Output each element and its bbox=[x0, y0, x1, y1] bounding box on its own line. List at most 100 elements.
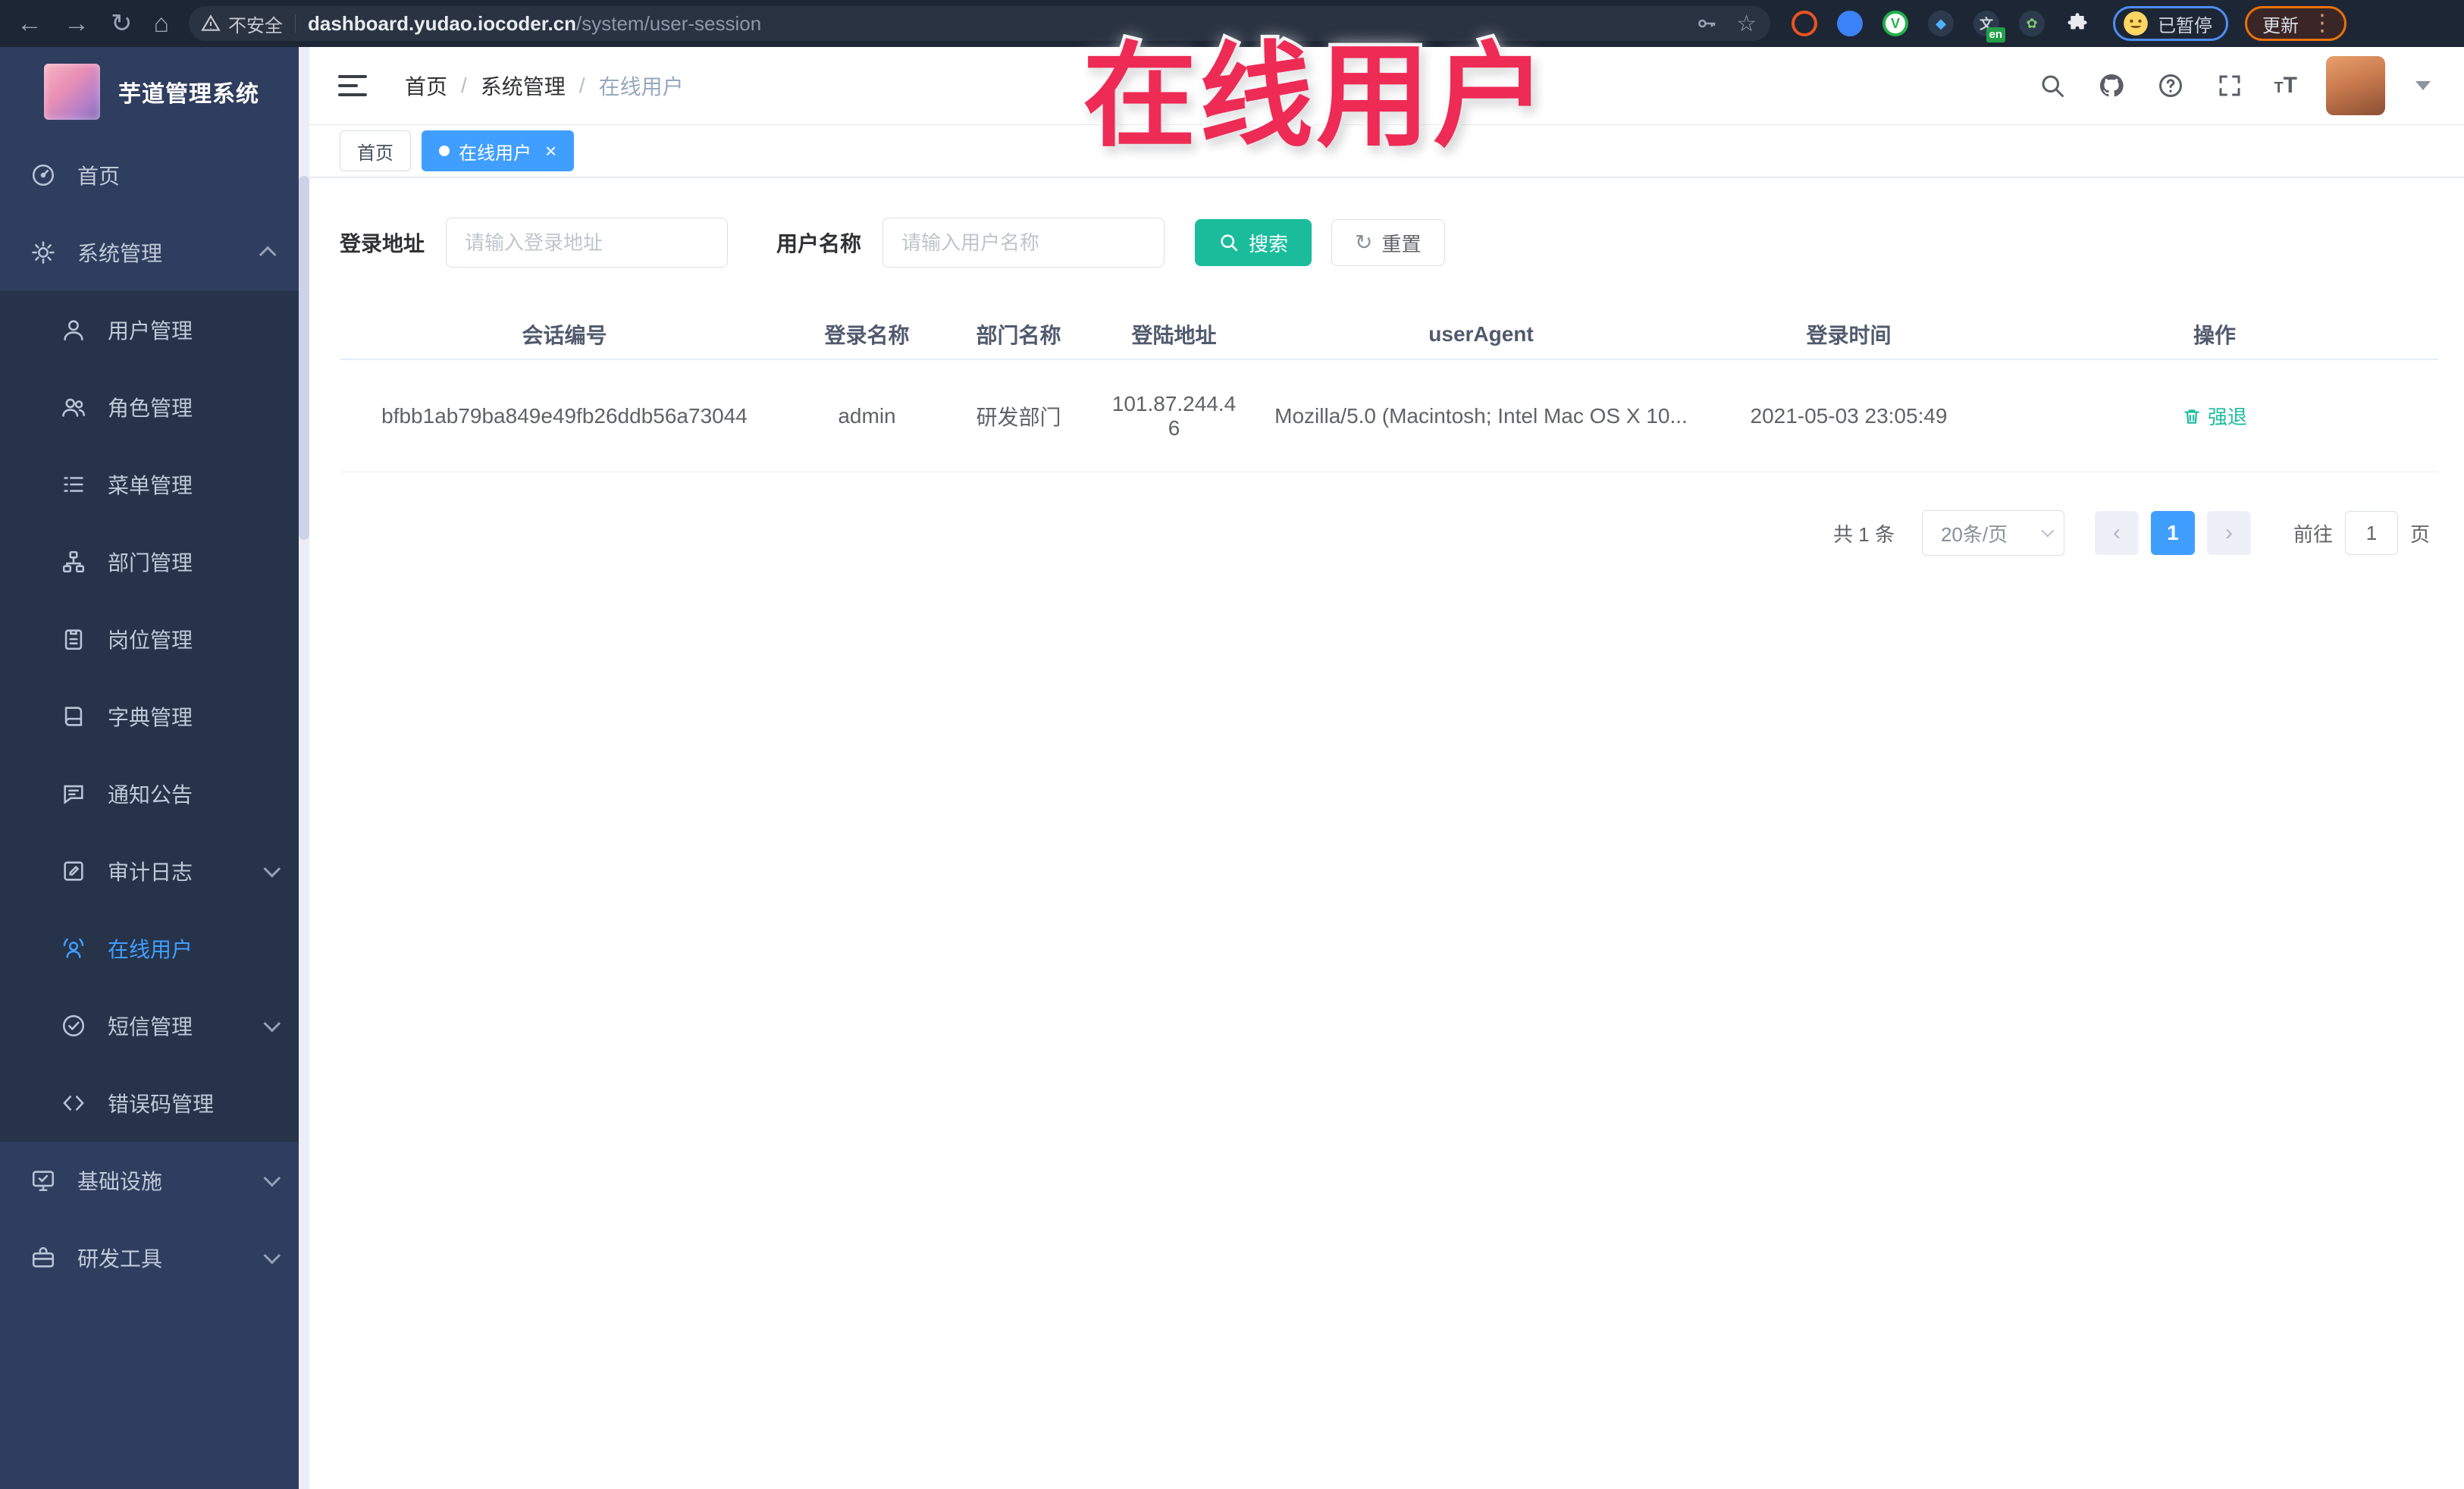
password-key-icon[interactable] bbox=[1695, 12, 1718, 35]
sidebar-item-users[interactable]: 用户管理 bbox=[0, 291, 299, 368]
reset-button[interactable]: ↻ 重置 bbox=[1331, 219, 1445, 266]
tab-home[interactable]: 首页 bbox=[340, 130, 411, 171]
browser-menu-kebab-icon[interactable]: ⋮ bbox=[2311, 12, 2334, 35]
url-path: /system/user-session bbox=[576, 11, 762, 35]
username-input[interactable] bbox=[882, 218, 1165, 268]
avatar[interactable] bbox=[2326, 56, 2385, 115]
chevron-down-icon bbox=[263, 860, 281, 878]
filter-form: 登录地址 用户名称 搜索 ↻ 重置 bbox=[340, 218, 2430, 268]
bookmark-star-icon[interactable]: ☆ bbox=[1736, 11, 1757, 37]
next-page-button[interactable]: › bbox=[2206, 511, 2251, 555]
login-address-label: 登录地址 bbox=[340, 232, 425, 255]
sidebar-item-audit-logs[interactable]: 审计日志 bbox=[0, 832, 299, 910]
chevron-up-icon bbox=[259, 246, 277, 264]
tab-online-users[interactable]: 在线用户 × bbox=[422, 130, 575, 171]
extension-orange-icon[interactable] bbox=[1792, 11, 1818, 36]
sidebar-scrollbar[interactable] bbox=[299, 47, 309, 1489]
breadcrumb-separator: / bbox=[578, 74, 585, 97]
column-header-actions: 操作 bbox=[2193, 324, 2236, 347]
column-header-dept: 部门名称 bbox=[976, 324, 1061, 347]
column-header-session-id: 会话编号 bbox=[522, 324, 607, 347]
sidebar-item-system[interactable]: 系统管理 bbox=[0, 214, 299, 291]
sidebar-item-departments[interactable]: 部门管理 bbox=[0, 523, 299, 600]
force-logout-button[interactable]: 强退 bbox=[2182, 402, 2247, 430]
sidebar-item-online-users[interactable]: 在线用户 bbox=[0, 910, 299, 987]
page-number-1[interactable]: 1 bbox=[2150, 511, 2195, 555]
profile-badge-label: 已暂停 bbox=[2158, 15, 2213, 36]
breadcrumb-separator: / bbox=[461, 74, 467, 97]
cell-username: admin bbox=[838, 403, 896, 428]
browser-profile-chip[interactable]: 已暂停 bbox=[2113, 6, 2229, 41]
sidebar-item-posts[interactable]: 岗位管理 bbox=[0, 600, 299, 678]
user-icon bbox=[59, 315, 88, 344]
help-icon[interactable] bbox=[2155, 71, 2186, 101]
search-icon[interactable] bbox=[2037, 71, 2067, 101]
browser-toolbar: ← → ↻ ⌂ 不安全 dashboard.yudao.iocoder.cn/s… bbox=[0, 0, 2464, 47]
translate-extension-icon[interactable]: 文 en bbox=[1973, 11, 2006, 42]
sidebar-item-label: 错误码管理 bbox=[108, 1092, 215, 1116]
search-button[interactable]: 搜索 bbox=[1195, 219, 1312, 266]
sidebar-item-label: 系统管理 bbox=[77, 242, 163, 265]
fullscreen-icon[interactable] bbox=[2215, 71, 2245, 101]
cell-session-id: bfbb1ab79ba849e49fb26ddb56a73044 bbox=[381, 403, 748, 428]
breadcrumb-system[interactable]: 系统管理 bbox=[481, 71, 566, 101]
page-size-select[interactable]: 20条/页 bbox=[1921, 510, 2064, 556]
search-button-label: 搜索 bbox=[1249, 232, 1289, 255]
chevron-down-icon bbox=[263, 1014, 281, 1033]
translate-badge: en bbox=[1986, 27, 2006, 42]
reload-icon[interactable]: ↻ bbox=[111, 11, 133, 36]
table-header-row: 会话编号 登录名称 部门名称 登陆地址 userAgent 登录时间 操作 bbox=[340, 310, 2438, 360]
avatar-caret-icon[interactable] bbox=[2415, 81, 2431, 90]
browser-update-button[interactable]: 更新 ⋮ bbox=[2245, 6, 2347, 41]
back-icon[interactable]: ← bbox=[17, 11, 42, 36]
sidebar-item-error-codes[interactable]: 错误码管理 bbox=[0, 1064, 299, 1142]
sidebar-item-home[interactable]: 首页 bbox=[0, 136, 299, 214]
goto-page-input[interactable] bbox=[2344, 511, 2398, 555]
font-size-icon[interactable]: TT bbox=[2274, 73, 2297, 99]
sidebar-collapse-icon[interactable] bbox=[338, 71, 371, 101]
active-dot-icon bbox=[439, 146, 450, 156]
sidebar-item-dictionary[interactable]: 字典管理 bbox=[0, 678, 299, 755]
column-header-login-time: 登录时间 bbox=[1806, 324, 1892, 347]
extension-gem-icon[interactable]: ◆ bbox=[1928, 11, 1955, 36]
sidebar-item-notices[interactable]: 通知公告 bbox=[0, 755, 299, 832]
sidebar-item-dev-tools[interactable]: 研发工具 bbox=[0, 1219, 299, 1296]
badge-icon bbox=[59, 625, 88, 654]
scrollbar-thumb[interactable] bbox=[299, 176, 309, 540]
breadcrumb: 首页 / 系统管理 / 在线用户 bbox=[405, 71, 684, 101]
security-chip[interactable]: 不安全 bbox=[201, 11, 283, 37]
sessions-table: 会话编号 登录名称 部门名称 登陆地址 userAgent 登录时间 操作 bf… bbox=[340, 310, 2438, 472]
sidebar-logo-row[interactable]: 芋道管理系统 bbox=[0, 47, 299, 136]
sidebar-submenu-system: 用户管理 角色管理 菜单管理 部门管理 岗位管理 字典管理 通知公告 审计日志 … bbox=[0, 291, 299, 1142]
address-bar[interactable]: 不安全 dashboard.yudao.iocoder.cn/system/us… bbox=[189, 6, 1771, 41]
github-icon[interactable] bbox=[2096, 71, 2127, 101]
sidebar-item-label: 研发工具 bbox=[77, 1247, 163, 1271]
sidebar-item-label: 在线用户 bbox=[108, 938, 193, 961]
extension-green-v-icon[interactable]: V bbox=[1882, 11, 1909, 36]
sidebar-item-menus[interactable]: 菜单管理 bbox=[0, 446, 299, 523]
chevron-down-icon bbox=[263, 1246, 281, 1265]
extension-leaf-icon[interactable]: ✿ bbox=[2019, 11, 2045, 36]
cell-actions: 强退 bbox=[1991, 360, 2438, 472]
login-address-input[interactable] bbox=[446, 218, 729, 268]
table-row: bfbb1ab79ba849e49fb26ddb56a73044 admin 研… bbox=[340, 360, 2438, 472]
extension-blue-icon[interactable] bbox=[1837, 11, 1864, 36]
cell-login-time: 2021-05-03 23:05:49 bbox=[1750, 403, 1948, 428]
sidebar-item-infrastructure[interactable]: 基础设施 bbox=[0, 1142, 299, 1219]
forward-icon[interactable]: → bbox=[64, 11, 89, 36]
breadcrumb-home[interactable]: 首页 bbox=[405, 71, 447, 101]
cell-dept: 研发部门 bbox=[976, 405, 1061, 429]
extensions-puzzle-icon[interactable] bbox=[2064, 11, 2090, 36]
refresh-icon: ↻ bbox=[1355, 230, 1373, 254]
column-header-ip: 登陆地址 bbox=[1131, 324, 1217, 347]
sidebar: 芋道管理系统 首页 系统管理 用户管理 角色管理 菜单管理 部门管理 岗位管理 … bbox=[0, 47, 299, 1489]
prev-page-button[interactable]: ‹ bbox=[2094, 511, 2139, 555]
tab-close-icon[interactable]: × bbox=[545, 141, 556, 161]
sidebar-item-label: 短信管理 bbox=[108, 1015, 193, 1039]
sidebar-item-roles[interactable]: 角色管理 bbox=[0, 368, 299, 446]
header-actions: TT bbox=[2037, 56, 2431, 115]
profile-emoji-icon bbox=[2124, 11, 2148, 36]
reset-button-label: 重置 bbox=[1381, 232, 1422, 255]
sidebar-item-sms[interactable]: 短信管理 bbox=[0, 987, 299, 1064]
home-icon[interactable]: ⌂ bbox=[154, 11, 170, 36]
